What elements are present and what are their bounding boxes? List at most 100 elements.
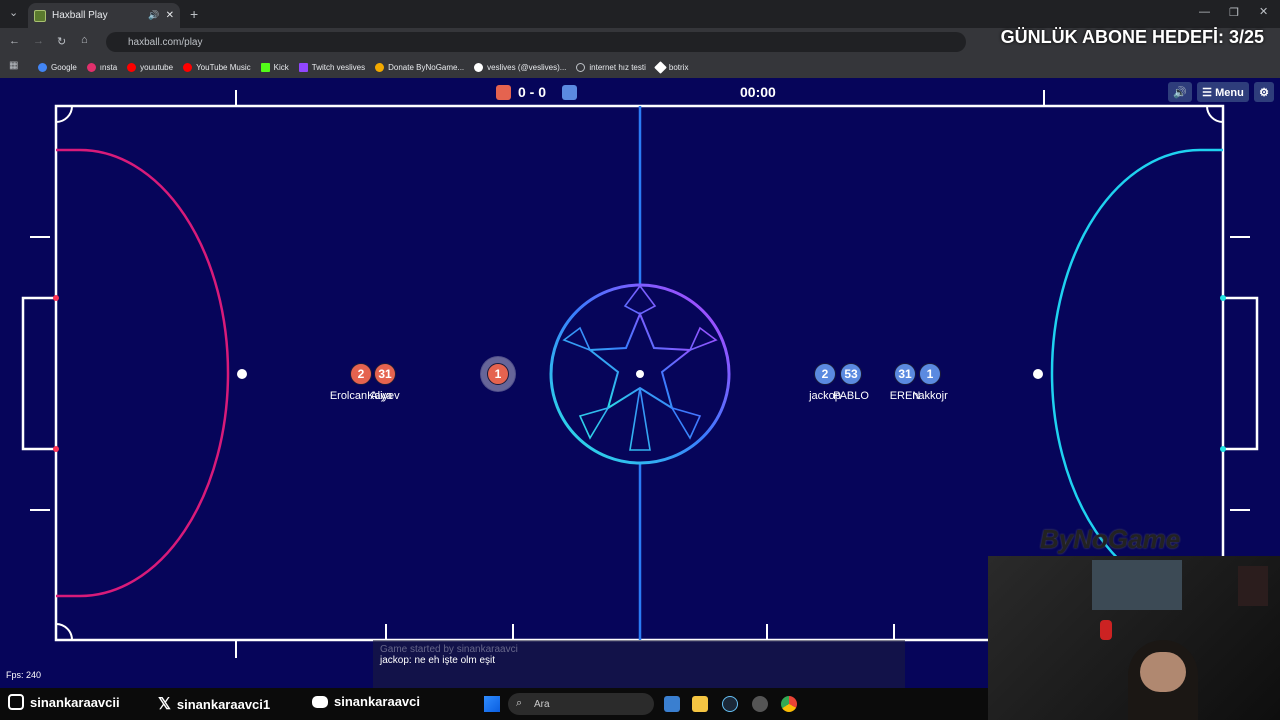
home-icon[interactable]: ⌂: [81, 34, 88, 46]
speaker-icon[interactable]: 🔊: [148, 10, 159, 21]
close-tab-icon[interactable]: ✕: [166, 10, 174, 21]
chat-message-old: Game started by sinankaraavci: [380, 644, 518, 655]
back-icon[interactable]: ←: [9, 35, 20, 47]
left-penalty-spot: [237, 369, 247, 379]
red-player-disc: 1: [487, 363, 509, 385]
bookmark-label: Donate ByNoGame...: [388, 62, 465, 72]
bookmark-label: Kick: [273, 62, 289, 72]
social-bar: sinankaraavcii 𝕏sinankaraavci1 sinankara…: [0, 688, 988, 720]
tab-bar: ⌄ Haxball Play 🔊 ✕ + — ❐ ✕: [0, 0, 1280, 28]
left-goal-post: [53, 446, 59, 452]
player-number: 53: [844, 367, 858, 381]
restore-icon[interactable]: ❐: [1229, 6, 1239, 19]
player-number: 2: [357, 367, 365, 381]
forward-icon[interactable]: →: [33, 35, 44, 47]
bookmark-label: ınsta: [99, 62, 118, 72]
chat-box[interactable]: Game started by sinankaraavci jackop: ne…: [373, 640, 905, 688]
x-text: sinankaraavci1: [176, 696, 271, 712]
bynogame-logo: ByNoGame: [1040, 524, 1181, 554]
instagram-icon: [86, 62, 96, 72]
player-name: Aliyev: [370, 390, 400, 402]
youtube-icon: [127, 62, 137, 72]
youtube-handle: sinankaraavci: [312, 694, 420, 709]
blue-player-disc: 31: [894, 363, 916, 385]
bookmark-insta[interactable]: ınsta: [86, 62, 118, 72]
tiktok-icon: [474, 62, 484, 72]
player-number: 2: [821, 367, 829, 381]
taskbar-app-icon[interactable]: [664, 696, 680, 712]
url-field[interactable]: haxball.com/play: [106, 32, 966, 52]
youtube-icon: [312, 695, 328, 708]
left-goal: [21, 296, 56, 451]
blue-player-disc: 2: [814, 363, 836, 385]
corner-arc: [55, 623, 73, 641]
windows-start-icon[interactable]: [484, 696, 500, 712]
close-window-icon[interactable]: ✕: [1259, 5, 1268, 18]
bookmark-label: Google: [51, 62, 77, 72]
streamer-face: [1140, 652, 1186, 692]
minimize-icon[interactable]: —: [1199, 6, 1210, 18]
player-number: 1: [926, 367, 934, 381]
center-ball-graphic: [549, 283, 731, 465]
bookmarks-bar: ▦ Google ınsta youutube YouTube Music Ki…: [0, 56, 1280, 78]
twitch-icon: [298, 62, 308, 72]
steam-icon[interactable]: [722, 696, 738, 712]
corner-arc: [1206, 105, 1224, 123]
search-icon: ⌕: [516, 697, 523, 709]
youtube-text: sinankaraavci: [334, 694, 421, 709]
taskbar-app-icon[interactable]: [752, 696, 768, 712]
bookmark-tiktok[interactable]: veslives (@veslives)...: [474, 62, 567, 72]
x-icon: 𝕏: [158, 696, 171, 713]
corner-arc: [55, 105, 73, 123]
reload-icon[interactable]: ↻: [57, 35, 66, 48]
bookmark-label: YouTube Music: [196, 62, 251, 72]
search-placeholder: Ara: [534, 698, 550, 710]
bookmark-botrix[interactable]: botrix: [654, 60, 689, 74]
poster-icon: [1092, 560, 1182, 610]
youtube-music-icon: [183, 62, 193, 72]
bookmark-google[interactable]: Google: [38, 62, 77, 72]
bookmark-speedtest[interactable]: internet hız testi: [576, 62, 646, 72]
left-goal-post: [53, 295, 59, 301]
bookmark-twitch[interactable]: Twitch veslives: [298, 62, 366, 72]
bookmark-label: Twitch veslives: [311, 62, 366, 72]
player-number: 31: [378, 367, 392, 381]
bookmark-label: youutube: [140, 62, 174, 72]
taskbar-search[interactable]: ⌕ Ara: [508, 693, 654, 715]
botrix-icon: [654, 60, 667, 74]
tab-title: Haxball Play: [52, 10, 108, 21]
bookmark-kick[interactable]: Kick: [260, 62, 289, 72]
chat-message: jackop: ne eh işte olm eşit: [380, 655, 496, 666]
file-explorer-icon[interactable]: [692, 696, 708, 712]
new-tab-icon[interactable]: +: [190, 6, 198, 22]
webcam-feed: [988, 556, 1280, 720]
donate-icon: [375, 62, 385, 72]
bookmark-youtube-music[interactable]: YouTube Music: [183, 62, 251, 72]
haxball-favicon-icon: [34, 9, 46, 22]
fps-counter: Fps: 240: [6, 670, 42, 680]
bookmark-donate[interactable]: Donate ByNoGame...: [375, 62, 465, 72]
player-number: 31: [898, 367, 912, 381]
right-penalty-spot: [1033, 369, 1043, 379]
instagram-handle: sinankaraavcii: [8, 694, 120, 710]
blue-player-disc: 1: [919, 363, 941, 385]
right-goal: [1223, 296, 1259, 451]
bookmark-label: veslives (@veslives)...: [487, 62, 567, 72]
right-goal-post: [1220, 295, 1226, 301]
bookmark-label: botrix: [668, 62, 689, 72]
right-goal-post: [1220, 446, 1226, 452]
figure-icon: [1100, 620, 1112, 640]
kick-icon: [260, 62, 270, 72]
blue-player-disc: 53: [840, 363, 862, 385]
red-player-disc: 31: [374, 363, 396, 385]
speedtest-icon: [576, 62, 586, 72]
chrome-icon[interactable]: [781, 696, 797, 712]
apps-icon[interactable]: ▦: [9, 60, 18, 71]
bookmark-youtube[interactable]: youutube: [127, 62, 174, 72]
tab-list-icon[interactable]: ⌄: [9, 6, 18, 19]
instagram-icon: [8, 694, 24, 710]
red-player-disc: 2: [350, 363, 372, 385]
url-text: haxball.com/play: [128, 36, 203, 48]
tab-haxball[interactable]: Haxball Play 🔊 ✕: [28, 3, 180, 28]
poster-icon: [1238, 566, 1268, 606]
